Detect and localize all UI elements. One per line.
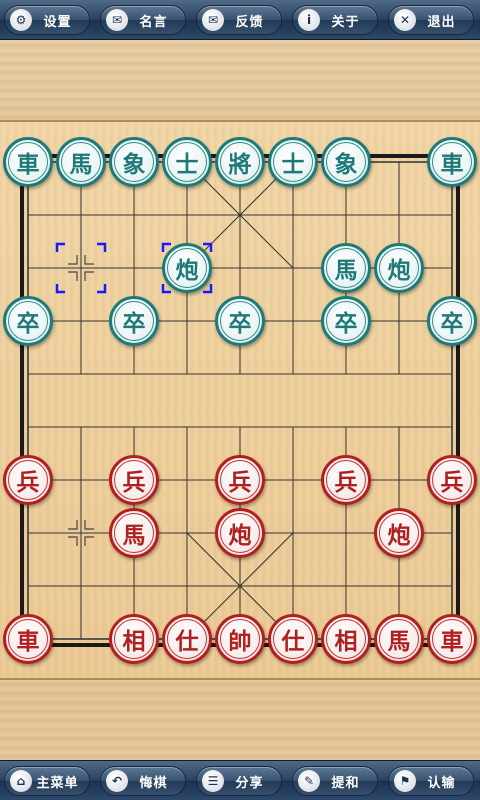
top-button-label: 名言 [139,14,168,30]
piece-character: 帥 [228,628,252,655]
piece-character: 車 [440,628,464,655]
piece-character: 兵 [334,469,358,496]
info-icon: i [298,9,320,31]
piece-character: 卒 [440,310,464,337]
black-piece[interactable]: 卒 [3,296,53,346]
piece-character: 卒 [228,310,252,337]
piece-character: 兵 [122,469,146,496]
piece-character: 士 [281,151,305,178]
red-piece[interactable]: 馬 [374,614,424,664]
piece-character: 馬 [122,522,146,549]
piece-character: 車 [16,628,40,655]
piece-character: 象 [122,151,146,178]
pencil-icon: ✎ [298,770,320,792]
red-piece[interactable]: 相 [109,614,159,664]
piece-character: 兵 [228,469,252,496]
bottom-button-label: 悔棋 [139,775,168,791]
piece-character: 相 [122,628,146,655]
red-piece[interactable]: 車 [3,614,53,664]
piece-character: 馬 [387,628,411,655]
bottom-button-label: 提和 [331,775,360,791]
piece-character: 兵 [16,469,40,496]
piece-character: 將 [228,151,252,178]
black-piece[interactable]: 象 [109,137,159,187]
home-icon: ⌂ [10,770,32,792]
flag-icon: ⚑ [394,770,416,792]
top-button-4[interactable]: ✕ 退出 [388,5,474,35]
piece-character: 卒 [122,310,146,337]
piece-character: 仕 [175,628,199,655]
black-piece[interactable]: 卒 [109,296,159,346]
bottom-button-2[interactable]: ☰ 分享 [196,766,282,796]
top-button-label: 退出 [427,14,456,30]
black-piece[interactable]: 車 [3,137,53,187]
piece-character: 炮 [387,522,411,549]
piece-character: 仕 [281,628,305,655]
bottom-button-4[interactable]: ⚑ 认输 [388,766,474,796]
red-piece[interactable]: 炮 [374,508,424,558]
bottom-button-0[interactable]: ⌂ 主菜单 [4,766,90,796]
piece-character: 卒 [334,310,358,337]
piece-character: 炮 [387,257,411,284]
top-button-1[interactable]: ✉ 名言 [100,5,186,35]
close-icon: ✕ [394,9,416,31]
red-piece[interactable]: 兵 [3,455,53,505]
bottom-button-label: 主菜单 [36,775,79,791]
bottom-button-1[interactable]: ↶ 悔棋 [100,766,186,796]
piece-character: 象 [334,151,358,178]
black-piece[interactable]: 炮 [374,243,424,293]
black-piece[interactable]: 車 [427,137,477,187]
piece-character: 相 [334,628,358,655]
black-piece[interactable]: 馬 [56,137,106,187]
piece-character: 兵 [440,469,464,496]
black-piece[interactable]: 象 [321,137,371,187]
piece-character: 馬 [334,257,358,284]
black-piece[interactable]: 卒 [215,296,265,346]
red-piece[interactable]: 兵 [215,455,265,505]
top-button-0[interactable]: ⚙ 设置 [4,5,90,35]
top-button-label: 设置 [43,14,72,30]
red-piece[interactable]: 炮 [215,508,265,558]
red-piece[interactable]: 兵 [109,455,159,505]
black-piece[interactable]: 卒 [427,296,477,346]
red-piece[interactable]: 兵 [321,455,371,505]
red-piece[interactable]: 帥 [215,614,265,664]
red-piece[interactable]: 仕 [162,614,212,664]
red-piece[interactable]: 相 [321,614,371,664]
piece-character: 炮 [228,522,252,549]
mail-icon: ✉ [202,9,224,31]
red-piece[interactable]: 兵 [427,455,477,505]
board-grid [20,154,460,647]
black-piece[interactable]: 馬 [321,243,371,293]
piece-character: 卒 [16,310,40,337]
black-piece[interactable]: 卒 [321,296,371,346]
share-icon: ☰ [202,770,224,792]
bottom-toolbar: ⌂ 主菜单 ↶ 悔棋 ☰ 分享 ✎ 提和 ⚑ 认输 [0,760,480,800]
undo-icon: ↶ [106,770,128,792]
bottom-button-label: 认输 [427,775,456,791]
top-button-label: 反馈 [235,14,264,30]
red-piece[interactable]: 馬 [109,508,159,558]
piece-character: 車 [440,151,464,178]
black-piece[interactable]: 將 [215,137,265,187]
red-piece[interactable]: 車 [427,614,477,664]
top-button-label: 关于 [331,14,360,30]
xiangqi-board[interactable]: 車馬象士將士象車炮馬炮卒卒卒卒卒兵兵兵兵兵馬炮炮車相仕帥仕相馬車 [0,120,480,680]
piece-character: 士 [175,151,199,178]
piece-character: 炮 [175,257,199,284]
speech-bubble-icon: ✉ [106,9,128,31]
bottom-button-label: 分享 [235,775,264,791]
top-button-2[interactable]: ✉ 反馈 [196,5,282,35]
black-piece[interactable]: 士 [162,137,212,187]
gear-icon: ⚙ [10,9,32,31]
top-toolbar: ⚙ 设置 ✉ 名言 ✉ 反馈 i 关于 ✕ 退出 [0,0,480,40]
top-button-3[interactable]: i 关于 [292,5,378,35]
black-piece[interactable]: 士 [268,137,318,187]
piece-character: 馬 [69,151,93,178]
red-piece[interactable]: 仕 [268,614,318,664]
black-piece[interactable]: 炮 [162,243,212,293]
piece-character: 車 [16,151,40,178]
bottom-button-3[interactable]: ✎ 提和 [292,766,378,796]
